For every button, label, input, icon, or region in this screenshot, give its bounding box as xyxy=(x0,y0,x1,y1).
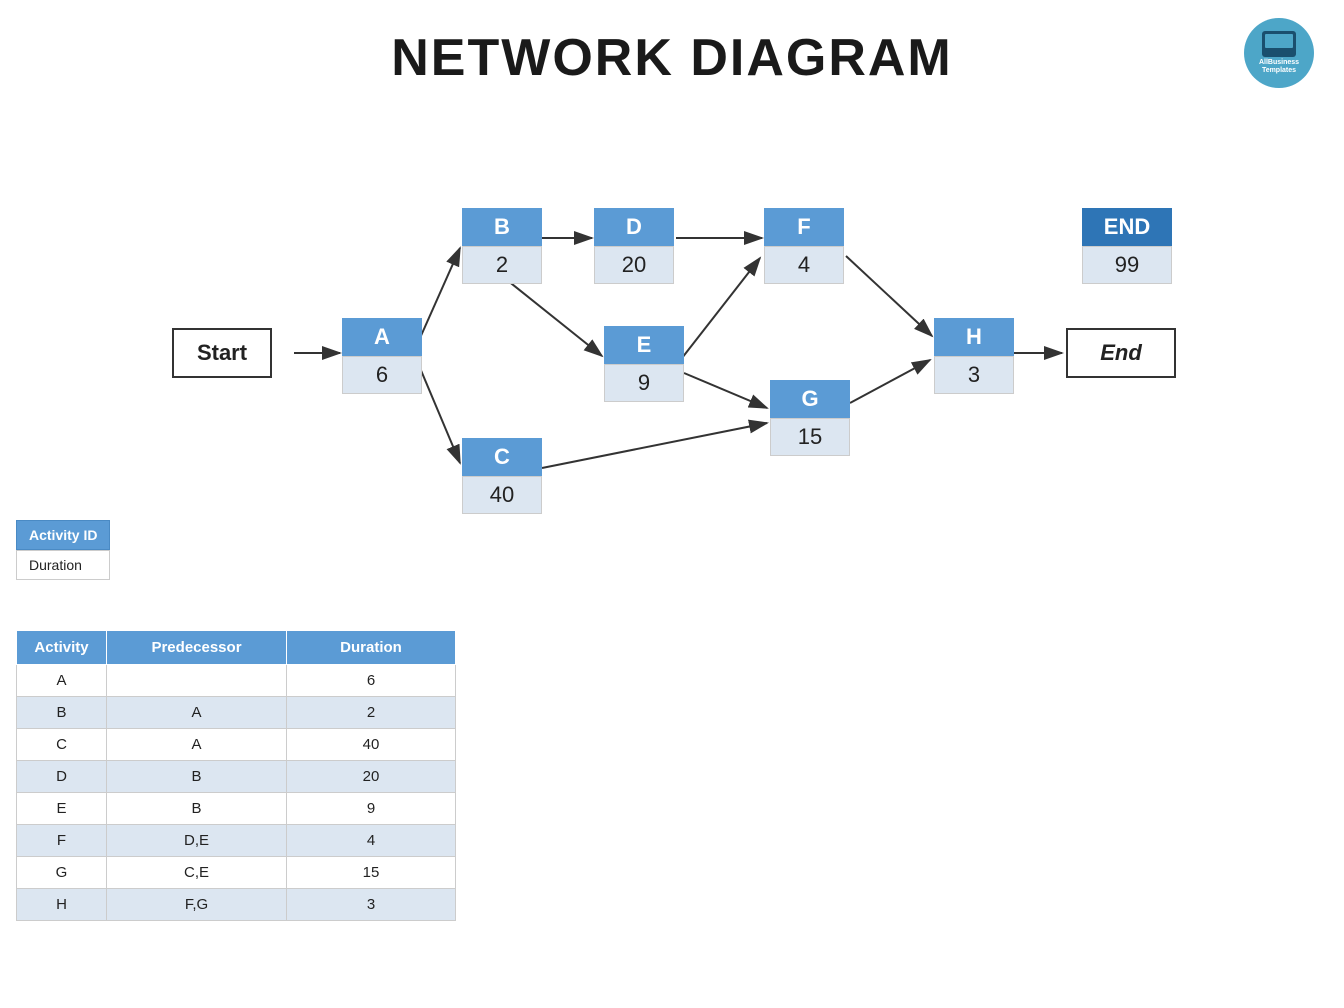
legend-duration: Duration xyxy=(16,550,110,580)
diagram-area: Start A 6 B 2 C 40 D 20 E 9 F 4 G 15 H 3… xyxy=(72,108,1272,598)
node-c: C 40 xyxy=(462,438,542,514)
logo-text: AllBusinessTemplates xyxy=(1259,59,1299,76)
node-b: B 2 xyxy=(462,208,542,284)
node-e: E 9 xyxy=(604,326,684,402)
node-f: F 4 xyxy=(764,208,844,284)
data-table: Activity Predecessor Duration A6BA2CA40D… xyxy=(16,630,456,921)
table-row: DB20 xyxy=(17,761,456,793)
table-row: FD,E4 xyxy=(17,825,456,857)
node-d: D 20 xyxy=(594,208,674,284)
table-header-predecessor: Predecessor xyxy=(107,631,287,665)
start-box: Start xyxy=(172,328,272,378)
node-a: A 6 xyxy=(342,318,422,394)
table-row: BA2 xyxy=(17,697,456,729)
page-title: NETWORK DIAGRAM xyxy=(0,0,1344,88)
table-row: HF,G3 xyxy=(17,889,456,921)
table-row: EB9 xyxy=(17,793,456,825)
table-row: GC,E15 xyxy=(17,857,456,889)
legend-activity-id: Activity ID xyxy=(16,520,110,550)
logo: AllBusinessTemplates xyxy=(1244,18,1314,88)
table-row: CA40 xyxy=(17,729,456,761)
node-end-top: END 99 xyxy=(1082,208,1172,284)
table-row: A6 xyxy=(17,665,456,697)
legend: Activity ID Duration xyxy=(16,520,110,580)
node-g: G 15 xyxy=(770,380,850,456)
node-h: H 3 xyxy=(934,318,1014,394)
table-header-duration: Duration xyxy=(287,631,456,665)
table-header-activity: Activity xyxy=(17,631,107,665)
logo-icon xyxy=(1262,31,1296,57)
end-box: End xyxy=(1066,328,1176,378)
